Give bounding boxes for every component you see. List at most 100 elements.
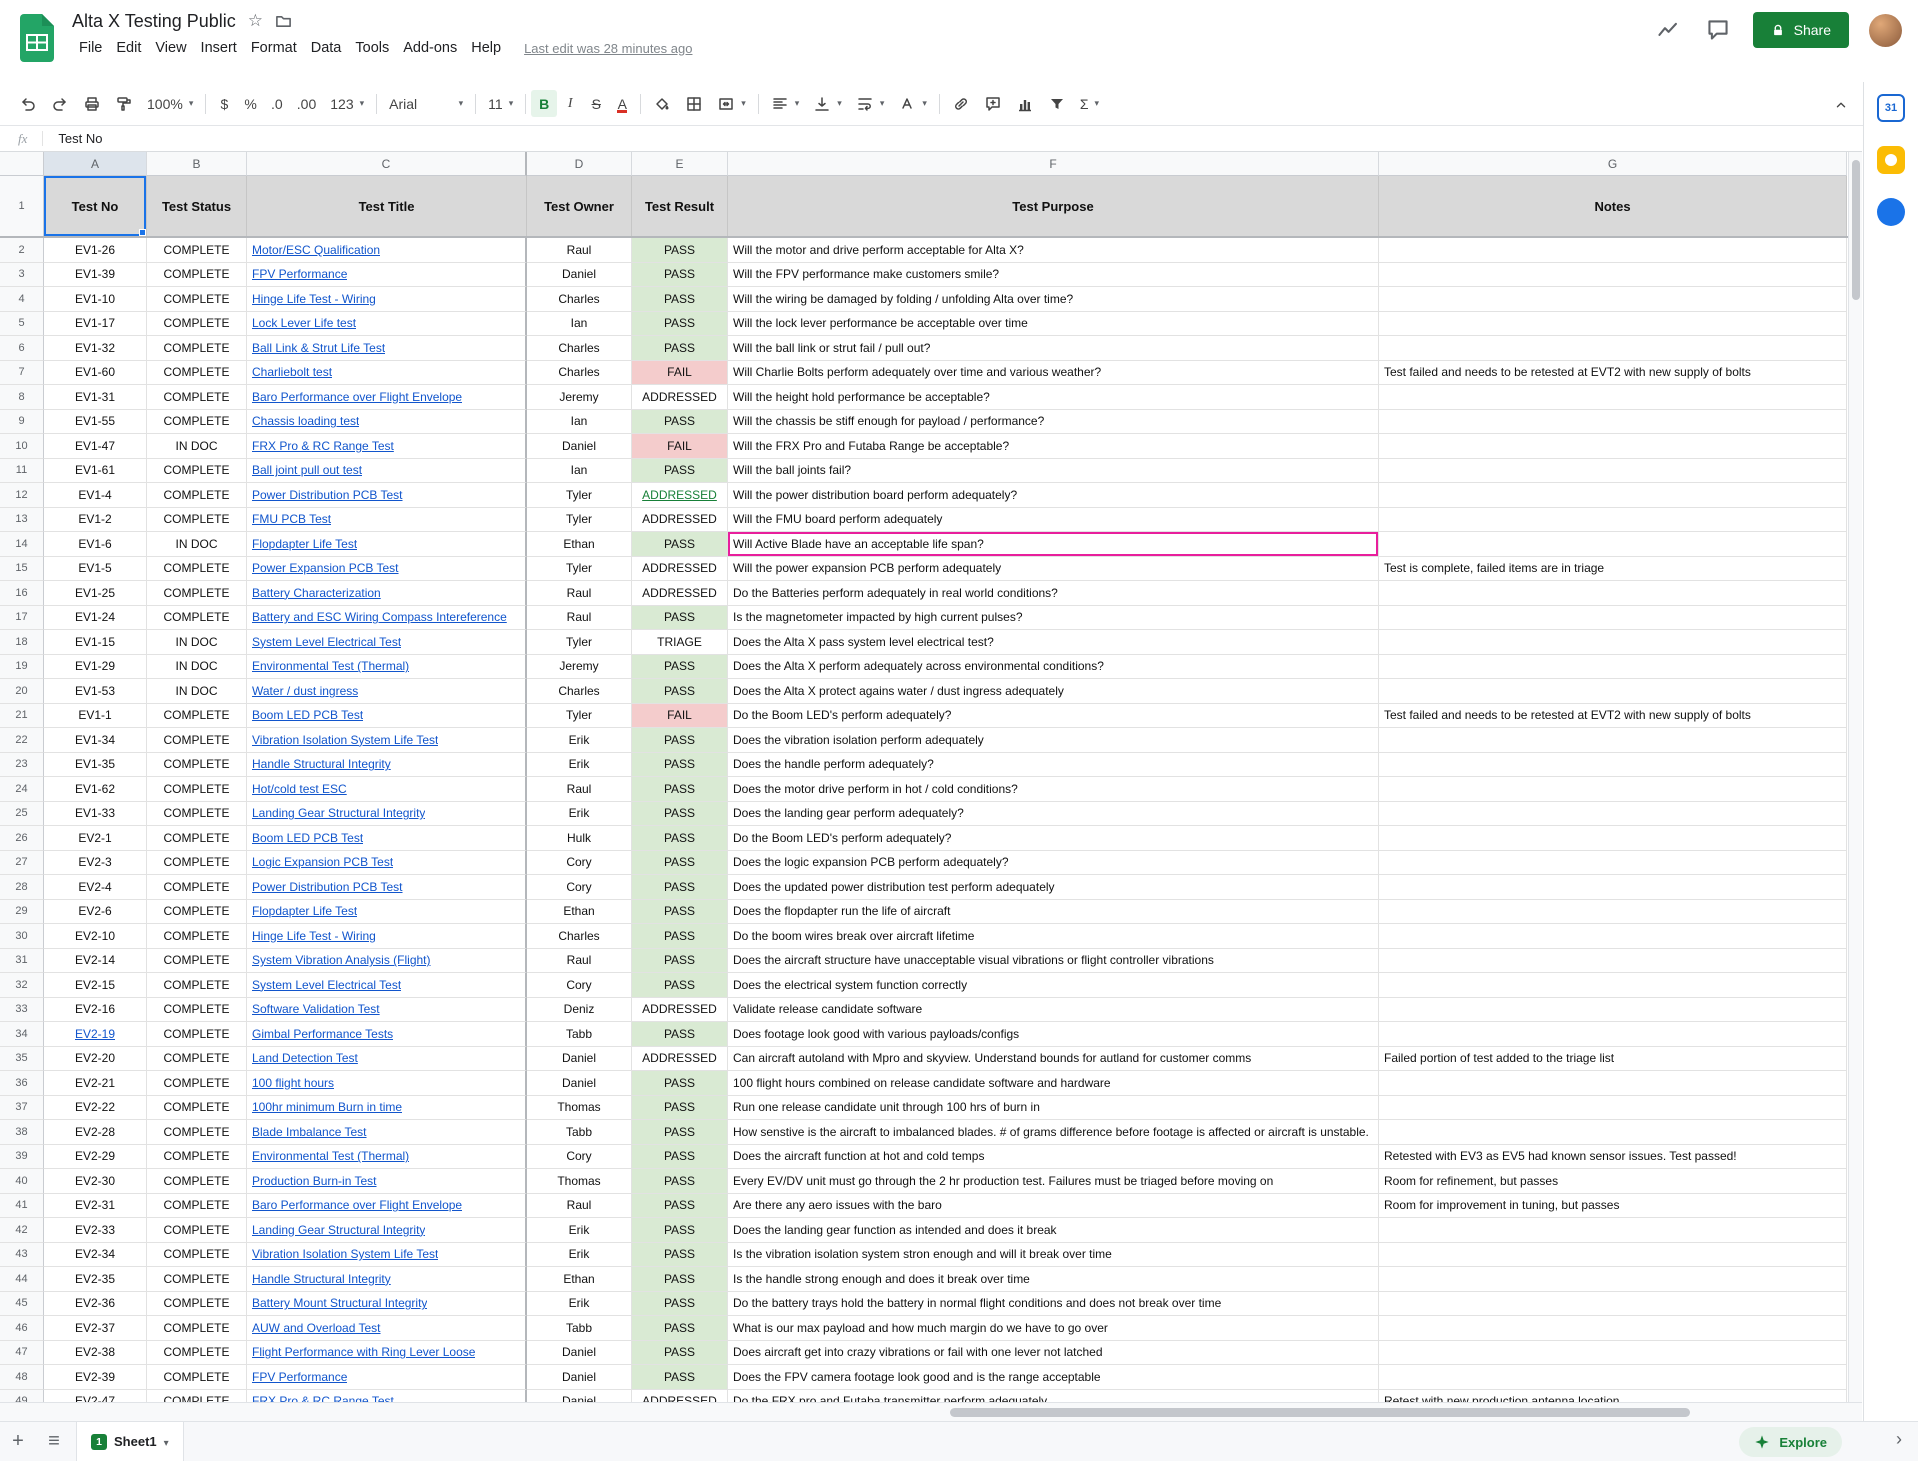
cell-test-result[interactable]: PASS — [632, 1218, 728, 1243]
cell-test-result[interactable]: PASS — [632, 826, 728, 851]
cell-test-no[interactable]: EV1-25 — [44, 581, 147, 606]
row-header-1[interactable]: 1 — [0, 176, 44, 236]
cell-notes[interactable] — [1379, 973, 1847, 998]
cell-test-title[interactable]: AUW and Overload Test — [247, 1316, 527, 1341]
cell-test-owner[interactable]: Raul — [527, 606, 632, 631]
redo-button[interactable] — [44, 90, 76, 117]
cell-test-title[interactable]: FMU PCB Test — [247, 508, 527, 533]
paint-format-button[interactable] — [108, 90, 140, 117]
cell-test-purpose[interactable]: Do the Boom LED's perform adequately? — [728, 826, 1379, 851]
cell-test-owner[interactable]: Tyler — [527, 508, 632, 533]
cell-notes[interactable] — [1379, 483, 1847, 508]
cell-test-title[interactable]: Battery Characterization — [247, 581, 527, 606]
text-rotation-button[interactable] — [891, 90, 934, 117]
cell-test-no[interactable]: EV1-31 — [44, 385, 147, 410]
cell-test-purpose[interactable]: Does footage look good with various payl… — [728, 1022, 1379, 1047]
cell-test-owner[interactable]: Cory — [527, 1145, 632, 1170]
hide-panel-chevron-icon[interactable] — [1896, 1429, 1902, 1450]
row-header[interactable]: 39 — [0, 1145, 44, 1170]
cell-test-no[interactable]: EV2-15 — [44, 973, 147, 998]
cell-test-status[interactable]: COMPLETE — [147, 238, 247, 263]
cell-notes[interactable] — [1379, 875, 1847, 900]
menu-format[interactable]: Format — [244, 37, 304, 59]
comments-icon[interactable] — [1703, 15, 1733, 45]
cell-test-owner[interactable]: Erik — [527, 802, 632, 827]
cell-test-purpose[interactable]: Does the electrical system function corr… — [728, 973, 1379, 998]
cell-test-result[interactable]: PASS — [632, 1194, 728, 1219]
cell-notes[interactable]: Test failed and needs to be retested at … — [1379, 361, 1847, 386]
tasks-icon[interactable] — [1877, 198, 1905, 226]
test-title-link[interactable]: AUW and Overload Test — [252, 1321, 381, 1335]
insert-chart-button[interactable] — [1009, 90, 1041, 117]
row-header[interactable]: 48 — [0, 1365, 44, 1390]
add-sheet-button[interactable] — [0, 1422, 36, 1461]
cell-test-no[interactable]: EV2-3 — [44, 851, 147, 876]
cell-notes[interactable] — [1379, 385, 1847, 410]
test-title-link[interactable]: Chassis loading test — [252, 414, 359, 428]
cell-test-result[interactable]: PASS — [632, 753, 728, 778]
cell-test-result[interactable]: PASS — [632, 263, 728, 288]
cell-test-result[interactable]: PASS — [632, 1071, 728, 1096]
cell-test-no[interactable]: EV1-62 — [44, 777, 147, 802]
cell-test-owner[interactable]: Daniel — [527, 1390, 632, 1403]
cell-test-status[interactable]: COMPLETE — [147, 1071, 247, 1096]
test-title-link[interactable]: Charliebolt test — [252, 365, 332, 379]
horizontal-align-button[interactable] — [764, 90, 807, 117]
row-header[interactable]: 44 — [0, 1267, 44, 1292]
test-title-link[interactable]: Blade Imbalance Test — [252, 1125, 367, 1139]
cell-test-status[interactable]: COMPLETE — [147, 1341, 247, 1366]
explore-button[interactable]: Explore — [1739, 1427, 1842, 1457]
cell-test-title[interactable]: Gimbal Performance Tests — [247, 1022, 527, 1047]
cell-test-status[interactable]: COMPLETE — [147, 336, 247, 361]
cell-test-owner[interactable]: Ethan — [527, 1267, 632, 1292]
test-title-link[interactable]: FMU PCB Test — [252, 512, 331, 526]
cell-test-status[interactable]: COMPLETE — [147, 1390, 247, 1403]
cell-test-no[interactable]: EV2-16 — [44, 998, 147, 1023]
cell-test-purpose[interactable]: Will the chassis be stiff enough for pay… — [728, 410, 1379, 435]
cell-test-title[interactable]: Ball Link & Strut Life Test — [247, 336, 527, 361]
cell-test-purpose[interactable]: Does the handle perform adequately? — [728, 753, 1379, 778]
cell-test-status[interactable]: COMPLETE — [147, 924, 247, 949]
select-all-button[interactable] — [0, 152, 44, 176]
cell-test-title[interactable]: FRX Pro & RC Range Test — [247, 434, 527, 459]
row-header[interactable]: 42 — [0, 1218, 44, 1243]
row-header[interactable]: 13 — [0, 508, 44, 533]
cell-test-owner[interactable]: Daniel — [527, 1071, 632, 1096]
borders-button[interactable] — [678, 90, 710, 117]
cell-test-no[interactable]: EV1-55 — [44, 410, 147, 435]
cell-test-purpose[interactable]: Will the power distribution board perfor… — [728, 483, 1379, 508]
row-header[interactable]: 22 — [0, 728, 44, 753]
test-title-link[interactable]: System Level Electrical Test — [252, 635, 401, 649]
cell-test-result[interactable]: PASS — [632, 1120, 728, 1145]
row-header[interactable]: 41 — [0, 1194, 44, 1219]
sheets-logo-icon[interactable] — [18, 14, 56, 62]
cell-test-title[interactable]: Vibration Isolation System Life Test — [247, 1243, 527, 1268]
cell-test-no[interactable]: EV1-1 — [44, 704, 147, 729]
text-color-button[interactable]: A — [609, 90, 635, 117]
cell-notes[interactable] — [1379, 312, 1847, 337]
row-header[interactable]: 47 — [0, 1341, 44, 1366]
test-title-link[interactable]: Hinge Life Test - Wiring — [252, 292, 376, 306]
test-title-link[interactable]: FPV Performance — [252, 1370, 347, 1384]
cell-test-purpose[interactable]: 100 flight hours combined on release can… — [728, 1071, 1379, 1096]
cell-test-owner[interactable]: Thomas — [527, 1096, 632, 1121]
cell-test-status[interactable]: COMPLETE — [147, 312, 247, 337]
row-header[interactable]: 18 — [0, 630, 44, 655]
cell-test-owner[interactable]: Daniel — [527, 434, 632, 459]
cell-test-title[interactable]: Software Validation Test — [247, 998, 527, 1023]
cell-test-status[interactable]: COMPLETE — [147, 459, 247, 484]
cell-notes[interactable] — [1379, 728, 1847, 753]
cell-test-title[interactable]: System Level Electrical Test — [247, 973, 527, 998]
row-header[interactable]: 29 — [0, 900, 44, 925]
cell-test-title[interactable]: Hinge Life Test - Wiring — [247, 287, 527, 312]
cell-test-owner[interactable]: Raul — [527, 949, 632, 974]
row-header[interactable]: 27 — [0, 851, 44, 876]
cell-test-result[interactable]: PASS — [632, 679, 728, 704]
cell-test-purpose[interactable]: Does the landing gear function as intend… — [728, 1218, 1379, 1243]
cell-test-owner[interactable]: Raul — [527, 1194, 632, 1219]
cell-test-title[interactable]: Environmental Test (Thermal) — [247, 1145, 527, 1170]
cell-test-result[interactable]: PASS — [632, 1267, 728, 1292]
cell-test-result[interactable]: ADDRESSED — [632, 998, 728, 1023]
cell-test-result[interactable]: PASS — [632, 312, 728, 337]
cell-test-no[interactable]: EV2-34 — [44, 1243, 147, 1268]
